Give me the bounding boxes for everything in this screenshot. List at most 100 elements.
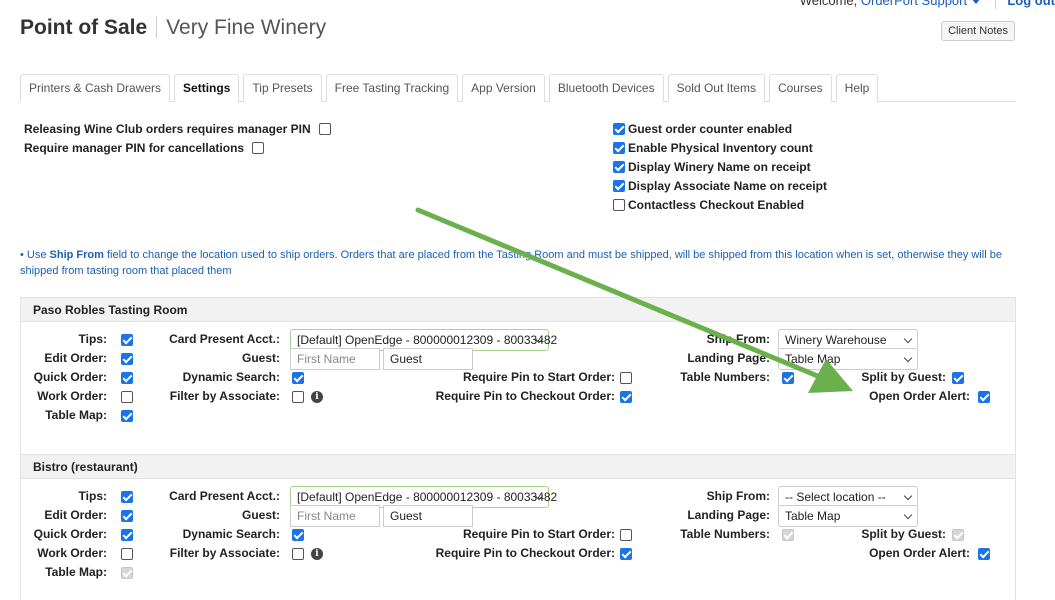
landing-page-value: Table Map — [785, 352, 841, 366]
quick-order-label: Quick Order: — [33, 527, 107, 541]
winery-name: Very Fine Winery — [166, 16, 327, 39]
dynamic-search-label: Dynamic Search: — [182, 370, 280, 384]
dynamic-search-label: Dynamic Search: — [182, 527, 280, 541]
edit-order-checkbox[interactable] — [121, 510, 133, 522]
page-title: Point of Sale Very Fine Winery — [20, 16, 326, 40]
filter-by-associate-checkbox[interactable] — [292, 548, 304, 560]
guest-first-name-input[interactable]: First Name — [290, 505, 380, 527]
dynamic-search-checkbox[interactable] — [292, 529, 304, 541]
ship-from-value: -- Select location -- — [785, 490, 886, 504]
landing-page-select[interactable]: Table Map — [778, 348, 918, 370]
card-present-label: Card Present Acct.: — [169, 489, 280, 503]
global-setting-checkbox[interactable] — [613, 161, 625, 173]
require-pin-checkout-checkbox[interactable] — [620, 391, 632, 403]
divider — [156, 16, 158, 38]
ship-from-value: Winery Warehouse — [785, 333, 887, 347]
require-pin-start-checkbox[interactable] — [620, 529, 632, 541]
chevron-down-icon — [903, 510, 913, 520]
table-numbers-checkbox[interactable] — [782, 372, 794, 384]
table-numbers-checkbox — [782, 529, 794, 541]
table-map-label: Table Map: — [45, 408, 107, 422]
require-pin-start-label: Require Pin to Start Order: — [462, 370, 615, 384]
guest-default-input[interactable]: Guest — [383, 348, 473, 370]
global-setting-checkbox[interactable] — [613, 123, 625, 135]
work-order-checkbox[interactable] — [121, 391, 133, 403]
global-setting-checkbox[interactable] — [318, 123, 331, 135]
split-by-guest-checkbox[interactable] — [952, 372, 964, 384]
tips-checkbox[interactable] — [121, 491, 133, 503]
split-by-guest-checkbox — [952, 529, 964, 541]
global-setting-checkbox[interactable] — [613, 180, 625, 192]
global-setting-label: Guest order counter enabled — [628, 122, 793, 136]
settings-tabs: Printers & Cash Drawers Settings Tip Prese… — [20, 74, 1016, 103]
location-header: Paso Robles Tasting Room — [20, 297, 1016, 322]
guest-default-input[interactable]: Guest — [383, 505, 473, 527]
info-icon[interactable]: i — [311, 548, 323, 560]
location-header: Bistro (restaurant) — [20, 454, 1016, 479]
global-setting-checkbox[interactable] — [252, 142, 265, 154]
table-map-checkbox — [121, 567, 133, 579]
client-notes-button[interactable]: Client Notes — [941, 21, 1015, 41]
info-icon[interactable]: i — [311, 391, 323, 403]
tab-courses[interactable]: Courses — [768, 74, 832, 102]
chevron-down-icon — [903, 334, 913, 344]
tab-bluetooth-devices[interactable]: Bluetooth Devices — [548, 74, 664, 102]
landing-page-select[interactable]: Table Map — [778, 505, 918, 527]
user-menu[interactable]: OrderPort Support — [861, 0, 967, 8]
tab-printers-cash-drawers[interactable]: Printers & Cash Drawers — [20, 74, 171, 102]
global-setting-row: Display Winery Name on receipt — [613, 160, 811, 174]
chevron-down-icon — [903, 353, 913, 363]
quick-order-checkbox[interactable] — [121, 372, 133, 384]
ship-from-label: Ship From: — [706, 489, 770, 503]
table-map-checkbox[interactable] — [121, 410, 133, 422]
card-present-account-value: [Default] OpenEdge - 800000012309 - 8003… — [297, 333, 558, 347]
global-setting-row: Require manager PIN for cancellations — [24, 141, 265, 155]
global-setting-checkbox[interactable] — [613, 199, 625, 211]
global-setting-checkbox[interactable] — [613, 142, 625, 154]
guest-label: Guest: — [241, 351, 280, 365]
tab-free-tasting-tracking[interactable]: Free Tasting Tracking — [325, 74, 459, 102]
table-numbers-label: Table Numbers: — [680, 527, 770, 541]
dynamic-search-checkbox[interactable] — [292, 372, 304, 384]
quick-order-checkbox[interactable] — [121, 529, 133, 541]
open-order-alert-checkbox[interactable] — [978, 548, 990, 560]
global-setting-label: Require manager PIN for cancellations — [24, 141, 245, 155]
ship-from-label: Ship From: — [706, 332, 770, 346]
tab-tip-presets[interactable]: Tip Presets — [243, 74, 322, 102]
landing-page-label: Landing Page: — [687, 508, 770, 522]
edit-order-label: Edit Order: — [44, 351, 107, 365]
require-pin-checkout-checkbox[interactable] — [620, 548, 632, 560]
require-pin-start-checkbox[interactable] — [620, 372, 632, 384]
welcome-text: Welcome, — [799, 0, 858, 8]
work-order-label: Work Order: — [37, 546, 107, 560]
chevron-down-icon — [903, 491, 913, 501]
table-numbers-label: Table Numbers: — [680, 370, 770, 384]
work-order-checkbox[interactable] — [121, 548, 133, 560]
landing-page-value: Table Map — [785, 509, 841, 523]
guest-first-name-input[interactable]: First Name — [290, 348, 380, 370]
tips-label: Tips: — [78, 489, 107, 503]
logout-link[interactable]: Log out — [1007, 0, 1055, 8]
welcome-bar: Welcome, OrderPort Support Log out — [800, 0, 1055, 9]
open-order-alert-checkbox[interactable] — [978, 391, 990, 403]
tab-settings[interactable]: Settings — [174, 74, 240, 103]
global-setting-label: Contactless Checkout Enabled — [628, 198, 805, 212]
app-title: Point of Sale — [20, 16, 148, 39]
open-order-alert-label: Open Order Alert: — [869, 389, 970, 403]
tab-app-version[interactable]: App Version — [462, 74, 545, 102]
table-map-label: Table Map: — [45, 565, 107, 579]
require-pin-start-label: Require Pin to Start Order: — [462, 527, 615, 541]
global-setting-row: Guest order counter enabled — [613, 122, 792, 136]
filter-by-associate-checkbox[interactable] — [292, 391, 304, 403]
edit-order-checkbox[interactable] — [121, 353, 133, 365]
info-bold-term: Ship From — [49, 249, 104, 261]
tab-sold-out-items[interactable]: Sold Out Items — [667, 74, 765, 102]
open-order-alert-label: Open Order Alert: — [869, 546, 970, 560]
info-prefix: Use — [26, 249, 47, 261]
global-setting-label: Enable Physical Inventory count — [628, 141, 813, 155]
tab-help[interactable]: Help — [835, 74, 879, 102]
work-order-label: Work Order: — [37, 389, 107, 403]
caret-down-icon[interactable] — [971, 0, 982, 5]
tips-checkbox[interactable] — [121, 334, 133, 346]
landing-page-label: Landing Page: — [687, 351, 770, 365]
